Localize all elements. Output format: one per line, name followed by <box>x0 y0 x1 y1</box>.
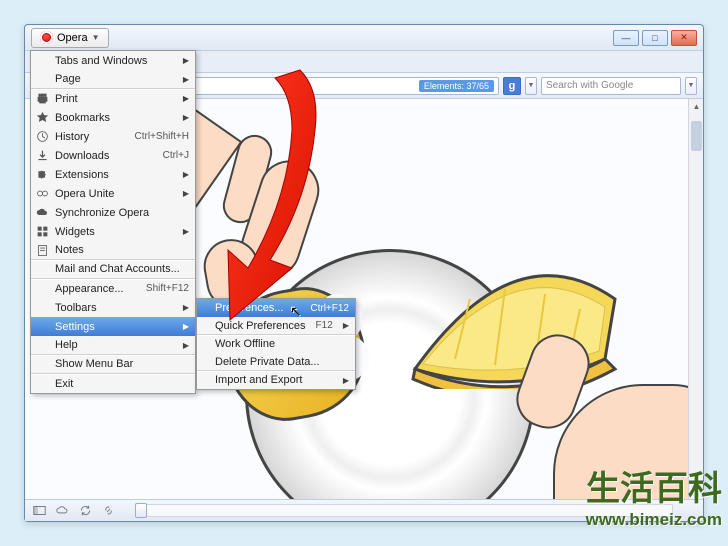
submenu-arrow-icon: ▶ <box>183 94 189 103</box>
scroll-up-arrow-icon[interactable]: ▲ <box>689 99 703 113</box>
history-icon <box>36 130 49 143</box>
submenu-item-label: Preferences... <box>215 302 283 314</box>
menu-item-label: Opera Unite <box>55 188 114 200</box>
menu-item-bookmarks[interactable]: Bookmarks ▶ <box>31 108 195 127</box>
submenu-item-label: Work Offline <box>215 338 275 350</box>
settings-submenu: Preferences... Ctrl+F12 Quick Preferences F… <box>196 298 356 390</box>
search-input[interactable]: Search with Google <box>541 77 681 95</box>
submenu-item-label: Import and Export <box>215 374 302 386</box>
menu-item-mail-and-chat-accounts[interactable]: Mail and Chat Accounts... <box>31 260 195 279</box>
submenu-arrow-icon: ▶ <box>183 303 189 312</box>
scrollbar-thumb[interactable] <box>691 121 702 151</box>
menu-item-label: Widgets <box>55 226 95 238</box>
submenu-arrow-icon: ▶ <box>183 113 189 122</box>
submenu-item-quick-preferences[interactable]: Quick Preferences F12 ▶ <box>197 317 355 335</box>
menu-item-label: Mail and Chat Accounts... <box>55 263 180 275</box>
submenu-arrow-icon: ▶ <box>183 75 189 84</box>
menu-item-appearance[interactable]: Appearance... Shift+F12 <box>31 279 195 298</box>
menu-item-label: Help <box>55 339 78 351</box>
menu-item-label: Page <box>55 73 81 85</box>
menu-item-settings[interactable]: Settings ▶ <box>31 317 195 336</box>
menu-item-label: Synchronize Opera <box>55 207 149 219</box>
submenu-item-delete-private-data[interactable]: Delete Private Data... <box>197 353 355 371</box>
menu-item-label: Tabs and Windows <box>55 55 147 67</box>
puzzle-icon <box>36 168 49 181</box>
watermark-url: www.bimeiz.com <box>586 510 722 530</box>
vertical-scrollbar[interactable]: ▲ ▼ <box>688 99 703 499</box>
menu-item-label: History <box>55 131 89 143</box>
elements-counter-badge: Elements: 37/65 <box>419 80 494 92</box>
download-icon <box>36 149 49 162</box>
titlebar: Opera ▼ — □ ✕ <box>25 25 703 51</box>
submenu-item-shortcut: Ctrl+F12 <box>310 303 349 314</box>
link-icon[interactable] <box>102 504 115 517</box>
menu-item-label: Downloads <box>55 150 109 162</box>
submenu-arrow-icon: ▶ <box>183 56 189 65</box>
star-icon <box>36 111 49 124</box>
menu-item-label: Exit <box>55 378 73 390</box>
menu-item-downloads[interactable]: Downloads Ctrl+J <box>31 146 195 165</box>
menu-item-toolbars[interactable]: Toolbars ▶ <box>31 298 195 317</box>
unite-icon <box>36 187 49 200</box>
zoom-slider-thumb[interactable] <box>135 503 147 518</box>
widget-icon <box>36 225 49 238</box>
menu-item-opera-unite[interactable]: Opera Unite ▶ <box>31 184 195 203</box>
menu-item-label: Settings <box>55 321 95 333</box>
cloud-icon <box>36 206 49 219</box>
menu-item-synchronize-opera[interactable]: Synchronize Opera <box>31 203 195 222</box>
maximize-button[interactable]: □ <box>642 30 668 46</box>
submenu-arrow-icon: ▶ <box>183 170 189 179</box>
panel-icon[interactable] <box>33 504 46 517</box>
search-placeholder: Search with Google <box>546 80 633 91</box>
minimize-button[interactable]: — <box>613 30 639 46</box>
submenu-arrow-icon: ▶ <box>183 341 189 350</box>
window-controls: — □ ✕ <box>613 30 697 46</box>
menu-item-history[interactable]: History Ctrl+Shift+H <box>31 127 195 146</box>
menu-item-shortcut: Ctrl+Shift+H <box>135 131 189 142</box>
menu-item-label: Print <box>55 93 78 105</box>
note-icon <box>36 244 49 257</box>
sync-icon[interactable] <box>79 504 92 517</box>
menu-item-widgets[interactable]: Widgets ▶ <box>31 222 195 241</box>
chevron-down-icon: ▼ <box>92 33 100 42</box>
opera-logo-icon <box>40 31 53 44</box>
menu-item-shortcut: Ctrl+J <box>163 150 189 161</box>
close-button[interactable]: ✕ <box>671 30 697 46</box>
submenu-item-work-offline[interactable]: Work Offline <box>197 335 355 353</box>
submenu-item-shortcut: F12 <box>316 320 333 331</box>
opera-menu-button[interactable]: Opera ▼ <box>31 28 109 48</box>
menu-item-print[interactable]: Print ▶ <box>31 89 195 108</box>
menu-item-exit[interactable]: Exit <box>31 374 195 393</box>
submenu-arrow-icon: ▶ <box>343 321 349 330</box>
menu-item-label: Extensions <box>55 169 109 181</box>
submenu-item-import-and-export[interactable]: Import and Export ▶ <box>197 371 355 389</box>
menu-item-label: Bookmarks <box>55 112 110 124</box>
menu-item-label: Notes <box>55 244 84 256</box>
watermark-text: 生活百科 <box>586 461 722 510</box>
menu-item-tabs-and-windows[interactable]: Tabs and Windows ▶ <box>31 51 195 70</box>
google-search-button[interactable]: g <box>503 77 521 95</box>
menu-item-label: Show Menu Bar <box>55 358 133 370</box>
opera-menu-label: Opera <box>57 32 88 44</box>
opera-main-menu: Tabs and Windows ▶ Page ▶ Print ▶ Bookmarks ▶ Hi… <box>30 50 196 394</box>
submenu-arrow-icon: ▶ <box>183 322 189 331</box>
menu-item-label: Appearance... <box>55 283 124 295</box>
submenu-item-label: Quick Preferences <box>215 320 305 332</box>
submenu-arrow-icon: ▶ <box>183 189 189 198</box>
search-dropdown[interactable]: ▼ <box>685 77 697 95</box>
submenu-item-label: Delete Private Data... <box>215 356 320 368</box>
menu-item-extensions[interactable]: Extensions ▶ <box>31 165 195 184</box>
menu-item-label: Toolbars <box>55 302 97 314</box>
menu-item-page[interactable]: Page ▶ <box>31 70 195 89</box>
print-icon <box>36 92 49 105</box>
submenu-item-preferences[interactable]: Preferences... Ctrl+F12 <box>197 299 355 317</box>
submenu-arrow-icon: ▶ <box>343 376 349 385</box>
menu-item-notes[interactable]: Notes <box>31 241 195 260</box>
menu-item-shortcut: Shift+F12 <box>146 283 189 294</box>
menu-item-show-menu-bar[interactable]: Show Menu Bar <box>31 355 195 374</box>
search-engine-dropdown[interactable]: ▼ <box>525 77 537 95</box>
submenu-arrow-icon: ▶ <box>183 227 189 236</box>
menu-item-help[interactable]: Help ▶ <box>31 336 195 355</box>
cloud-icon[interactable] <box>56 504 69 517</box>
